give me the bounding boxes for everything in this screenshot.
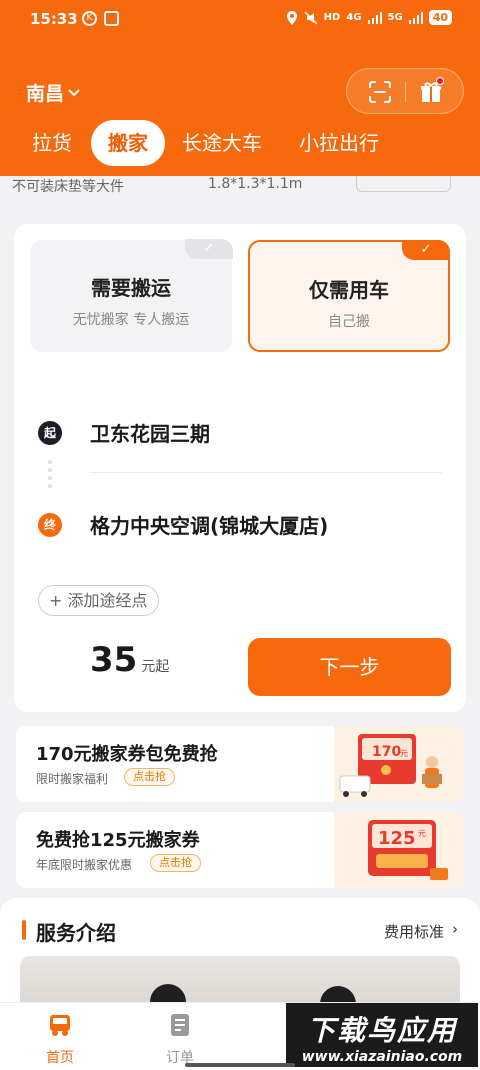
route-divider xyxy=(90,472,442,473)
battery-indicator: 40 xyxy=(428,10,452,25)
signal-4g: 4G xyxy=(346,12,362,23)
hd-indicator: HD xyxy=(323,12,341,23)
mode-vehicle-only[interactable]: ✓ 仅需用车 自己搬 xyxy=(248,240,450,352)
watermark-title: 下载鸟应用 xyxy=(306,1014,457,1047)
coupon-unit: 元 xyxy=(400,749,408,758)
end-badge: 终 xyxy=(38,512,62,537)
truck-home-icon xyxy=(50,1015,70,1036)
capsule-divider xyxy=(405,82,406,102)
price-amount: 35 xyxy=(90,640,138,680)
promo-title: 免费抢125元搬家券 xyxy=(36,830,200,851)
promo-cta[interactable]: 点击抢 xyxy=(150,854,201,872)
signal-5g: 5G xyxy=(387,12,403,23)
tab-freight[interactable]: 拉货 xyxy=(32,120,72,166)
end-address[interactable]: 终 格力中央空调(锦城大厦店) xyxy=(38,510,328,539)
route-connector xyxy=(48,460,52,492)
mode-subtitle: 无忧搬家 专人搬运 xyxy=(72,312,190,328)
notification-k-icon: K xyxy=(82,11,97,26)
start-address-text: 卫东花园三期 xyxy=(90,422,210,446)
coupon-truck-illustration: 170 元 xyxy=(334,726,464,802)
promo-subtitle: 限时搬家福利 xyxy=(36,772,109,786)
vehicle-size: 1.8*1.3*1.1m xyxy=(208,176,303,192)
order-card: ✓ 需要搬运 无忧搬家 专人搬运 ✓ 仅需用车 自己搬 起 卫东花园三期 终 格… xyxy=(14,224,466,712)
coupon-amount: 125 xyxy=(378,828,416,849)
details-button[interactable] xyxy=(356,176,451,192)
section-accent-bar xyxy=(22,920,26,940)
status-time: 15:33 xyxy=(30,10,78,28)
promo-subtitle: 年底限时搬家优惠 xyxy=(36,858,133,872)
city-label: 南昌 xyxy=(26,83,65,105)
next-step-button[interactable]: 下一步 xyxy=(248,638,451,696)
nav-home[interactable]: 首页 xyxy=(30,1011,90,1067)
city-selector[interactable]: 南昌 xyxy=(26,79,80,106)
status-bar: 15:33 K HD 4G 5G 40 xyxy=(0,0,480,40)
status-right: HD 4G 5G 40 xyxy=(286,10,452,25)
tab-moving[interactable]: 搬家 xyxy=(91,120,165,166)
vehicle-restriction: 不可装床垫等大件 xyxy=(12,179,124,194)
watermark-url: www.xiazainiao.com xyxy=(301,1049,463,1065)
scan-icon[interactable] xyxy=(369,81,391,103)
notification-app-icon xyxy=(104,11,119,26)
check-icon: ✓ xyxy=(402,240,450,260)
header: 15:33 K HD 4G 5G 40 南昌 拉货 搬家 长途大车 小拉出行 xyxy=(0,0,480,176)
start-address[interactable]: 起 卫东花园三期 xyxy=(38,418,210,447)
signal-bars-2-icon xyxy=(408,11,423,24)
site-watermark: 下载鸟应用 www.xiazainiao.com xyxy=(286,1003,478,1067)
service-section: 服务介绍 费用标准 › xyxy=(0,898,480,1018)
location-icon xyxy=(286,10,297,25)
header-capsule xyxy=(346,68,464,114)
service-title: 服务介绍 xyxy=(36,921,116,945)
order-list-icon xyxy=(171,1014,189,1036)
start-badge: 起 xyxy=(38,420,62,445)
check-icon: ✓ xyxy=(185,239,233,259)
price-unit: 元起 xyxy=(141,659,170,675)
gift-notification-dot xyxy=(436,77,444,85)
tab-long-haul[interactable]: 长途大车 xyxy=(182,120,262,166)
promo-banner-125[interactable]: 免费抢125元搬家券 年底限时搬家优惠 点击抢 125 元 xyxy=(16,812,464,888)
mode-title: 需要搬运 xyxy=(91,276,171,300)
end-address-text: 格力中央空调(锦城大厦店) xyxy=(90,514,329,538)
nav-orders[interactable]: 订单 xyxy=(150,1011,210,1067)
mute-icon xyxy=(304,10,318,25)
promo-cta[interactable]: 点击抢 xyxy=(124,768,175,786)
add-waypoint-button[interactable]: + 添加途经点 xyxy=(38,585,159,616)
promo-title: 170元搬家券包免费抢 xyxy=(36,744,218,765)
mode-subtitle: 自己搬 xyxy=(328,314,370,330)
mode-title: 仅需用车 xyxy=(309,278,389,302)
fee-standard-link[interactable]: 费用标准 xyxy=(384,921,444,942)
tab-ride[interactable]: 小拉出行 xyxy=(299,120,379,166)
mode-need-carry[interactable]: ✓ 需要搬运 无忧搬家 专人搬运 xyxy=(30,239,233,352)
chevron-down-icon xyxy=(68,88,80,96)
vehicle-info-peek: 不可装床垫等大件 1.8*1.3*1.1m xyxy=(0,176,480,194)
coupon-illustration: 125 元 xyxy=(334,812,464,888)
promo-banner-170[interactable]: 170元搬家券包免费抢 限时搬家福利 点击抢 170 元 xyxy=(16,726,464,802)
price-display: 35 元起 xyxy=(90,640,169,680)
home-indicator xyxy=(185,1063,295,1067)
coupon-unit: 元 xyxy=(418,829,426,838)
chevron-right-icon: › xyxy=(452,920,458,938)
signal-bars-icon xyxy=(367,11,382,24)
nav-home-label: 首页 xyxy=(46,1050,74,1066)
service-tabs: 拉货 搬家 长途大车 小拉出行 xyxy=(0,120,480,166)
coupon-amount: 170 xyxy=(372,744,401,760)
